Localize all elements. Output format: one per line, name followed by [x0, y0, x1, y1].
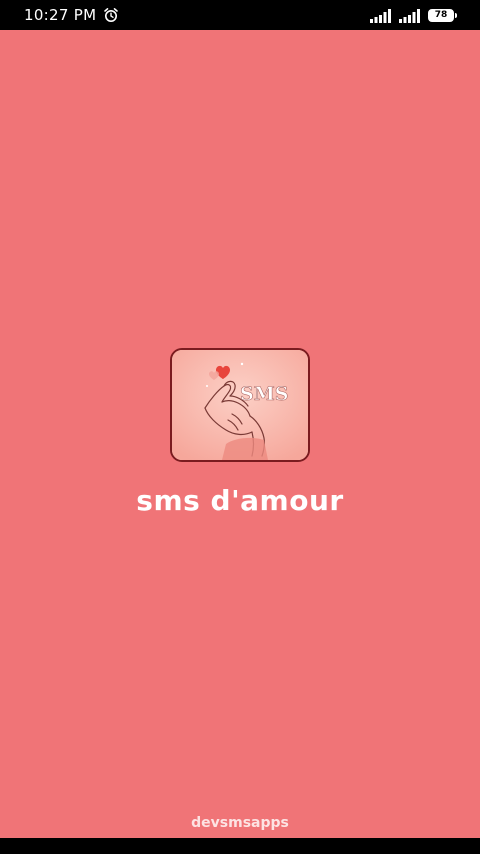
status-icons: 78: [370, 8, 457, 23]
alarm-icon: [103, 7, 119, 23]
splash-screen: 10:27 PM 78 SMS sms d'amour devsmsapps: [0, 0, 480, 854]
app-logo: SMS: [170, 348, 310, 462]
app-name: sms d'amour: [136, 484, 344, 517]
developer-name: devsmsapps: [191, 815, 289, 831]
battery-level: 78: [434, 9, 448, 20]
battery-icon: 78: [428, 8, 457, 22]
status-time: 10:27 PM: [24, 6, 97, 24]
signal-icon: [370, 8, 392, 23]
signal-icon: [399, 8, 421, 23]
navigation-bar: [0, 838, 480, 854]
status-bar: 10:27 PM 78: [0, 0, 480, 30]
logo-text: SMS: [240, 383, 288, 405]
